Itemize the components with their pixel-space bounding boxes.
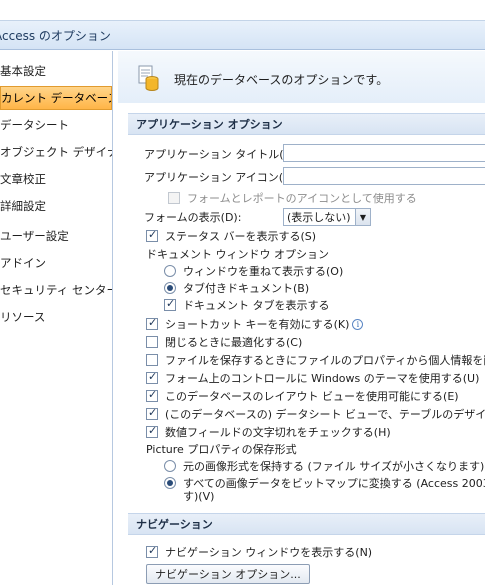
- sidebar-item-label: 詳細設定: [0, 199, 46, 213]
- sidebar-item-label: アドイン: [0, 256, 46, 270]
- option-label: 元の画像形式を保持する (ファイル サイズが小さくなります)(P): [183, 460, 485, 473]
- sidebar-item-label: セキュリティ センター: [0, 283, 112, 297]
- sidebar-item-add-ins[interactable]: アドイン: [0, 251, 112, 275]
- doc-window-options-label: ドキュメント ウィンドウ オプション: [146, 248, 329, 261]
- option-label: ナビゲーション ウィンドウを表示する(N): [165, 546, 373, 559]
- header-text: 現在のデータベースのオプションです。: [174, 73, 389, 87]
- use-as-form-icon-option[interactable]: フォームとレポートのアイコンとして使用する: [168, 190, 417, 206]
- checkbox[interactable]: [168, 192, 180, 204]
- options-sidebar: 基本設定 カレント データベース データシート オブジェクト デザイナ 文章校正…: [0, 51, 113, 585]
- app-icon-input[interactable]: [283, 167, 485, 185]
- radio[interactable]: [164, 282, 176, 294]
- sidebar-item-datasheet[interactable]: データシート: [0, 113, 112, 137]
- option-label: 数値フィールドの文字切れをチェックする(H): [165, 426, 391, 439]
- sidebar-item-customize[interactable]: ユーザー設定: [0, 224, 112, 248]
- overlap-windows-option[interactable]: ウィンドウを重ねて表示する(O): [164, 263, 343, 279]
- info-icon[interactable]: i: [352, 318, 364, 330]
- top-margin: [0, 0, 485, 20]
- shortcut-keys-option[interactable]: ショートカット キーを有効にする(K) i: [146, 316, 364, 332]
- checkbox[interactable]: [146, 424, 158, 438]
- truncated-fields-option[interactable]: 数値フィールドの文字切れをチェックする(H): [146, 424, 391, 440]
- section-application-options: アプリケーション オプション: [128, 113, 485, 135]
- option-label: フォーム上のコントロールに Windows のテーマを使用する(U): [165, 372, 480, 385]
- radio[interactable]: [164, 265, 176, 277]
- checkbox[interactable]: [146, 316, 158, 330]
- remove-personal-info-option[interactable]: ファイルを保存するときにファイルのプロパティから個人情報を削除する(V): [146, 352, 485, 368]
- option-label: ファイルを保存するときにファイルのプロパティから個人情報を削除する(V): [165, 354, 485, 367]
- sidebar-item-object-designers[interactable]: オブジェクト デザイナ: [0, 140, 112, 164]
- options-content: 現在のデータベースのオプションです。 アプリケーション オプション アプリケーシ…: [118, 51, 485, 585]
- tabbed-docs-option[interactable]: タブ付きドキュメント(B): [164, 280, 309, 296]
- nav-options-button[interactable]: ナビゲーション オプション...: [146, 564, 310, 584]
- checkbox[interactable]: [146, 228, 158, 242]
- section-navigation: ナビゲーション: [128, 513, 485, 535]
- checkbox[interactable]: [146, 370, 158, 384]
- radio[interactable]: [164, 477, 176, 489]
- option-label: このデータベースのレイアウト ビューを使用可能にする(E): [165, 390, 459, 403]
- dialog-title: Access のオプション: [0, 28, 111, 43]
- database-options-icon: [138, 65, 159, 91]
- layout-view-option[interactable]: このデータベースのレイアウト ビューを使用可能にする(E): [146, 388, 459, 404]
- checkbox[interactable]: [164, 297, 176, 311]
- windows-theme-option[interactable]: フォーム上のコントロールに Windows のテーマを使用する(U): [146, 370, 479, 386]
- show-doc-tabs-option[interactable]: ドキュメント タブを表示する: [164, 297, 330, 313]
- dialog-titlebar: Access のオプション: [0, 20, 485, 50]
- option-label: (このデータベースの) データシート ビューで、テーブルのデザインを変更: [165, 408, 485, 421]
- sidebar-item-label: リソース: [0, 310, 46, 324]
- option-label: ウィンドウを重ねて表示する(O): [183, 265, 344, 278]
- sidebar-item-label: 文章校正: [0, 172, 46, 186]
- sidebar-item-label: 基本設定: [0, 64, 46, 78]
- form-display-select[interactable]: (表示しない) ▼: [283, 208, 371, 226]
- sidebar-item-trust-center[interactable]: セキュリティ センター: [0, 278, 112, 302]
- app-title-input[interactable]: [283, 144, 485, 162]
- checkbox[interactable]: [146, 336, 158, 348]
- preserve-format-option[interactable]: 元の画像形式を保持する (ファイル サイズが小さくなります)(P): [164, 458, 485, 474]
- sidebar-item-current-database[interactable]: カレント データベース: [0, 86, 112, 110]
- option-label: すべての画像データをビットマップに変換する (Access 2003 またに: [183, 477, 485, 490]
- status-bar-option[interactable]: ステータス バーを表示する(S): [146, 228, 316, 244]
- sidebar-item-label: カレント データベース: [1, 91, 112, 105]
- sidebar-item-label: ユーザー設定: [0, 229, 69, 243]
- header-band: 現在のデータベースのオプションです。: [118, 51, 485, 103]
- sidebar-item-advanced[interactable]: 詳細設定: [0, 194, 112, 218]
- option-label: フォームとレポートのアイコンとして使用する: [187, 192, 417, 205]
- form-display-label: フォームの表示(D):: [144, 211, 242, 224]
- app-title-label: アプリケーション タイトル(T):: [144, 148, 299, 161]
- sidebar-item-label: オブジェクト デザイナ: [0, 145, 112, 159]
- option-label: タブ付きドキュメント(B): [183, 282, 310, 295]
- sidebar-item-label: データシート: [0, 118, 69, 132]
- option-label: ステータス バーを表示する(S): [165, 230, 317, 243]
- picture-format-label: Picture プロパティの保存形式: [146, 443, 297, 456]
- option-label: 閉じるときに最適化する(C): [165, 336, 303, 349]
- sidebar-item-general[interactable]: 基本設定: [0, 59, 112, 83]
- sidebar-item-proofing[interactable]: 文章校正: [0, 167, 112, 191]
- show-nav-pane-option[interactable]: ナビゲーション ウィンドウを表示する(N): [146, 544, 372, 560]
- convert-bitmap-label-continued: す)(V): [183, 490, 215, 503]
- checkbox[interactable]: [146, 544, 158, 558]
- chevron-down-icon[interactable]: ▼: [355, 209, 370, 225]
- option-label: ショートカット キーを有効にする(K): [165, 318, 350, 331]
- option-label: ドキュメント タブを表示する: [183, 299, 330, 312]
- checkbox[interactable]: [146, 388, 158, 402]
- checkbox[interactable]: [146, 354, 158, 366]
- checkbox[interactable]: [146, 406, 158, 420]
- datasheet-design-option[interactable]: (このデータベースの) データシート ビューで、テーブルのデザインを変更: [146, 406, 485, 422]
- select-value: (表示しない): [287, 211, 351, 224]
- radio[interactable]: [164, 460, 176, 472]
- sidebar-item-resources[interactable]: リソース: [0, 305, 112, 329]
- app-icon-label: アプリケーション アイコン(I):: [144, 171, 295, 184]
- compact-on-close-option[interactable]: 閉じるときに最適化する(C): [146, 334, 302, 350]
